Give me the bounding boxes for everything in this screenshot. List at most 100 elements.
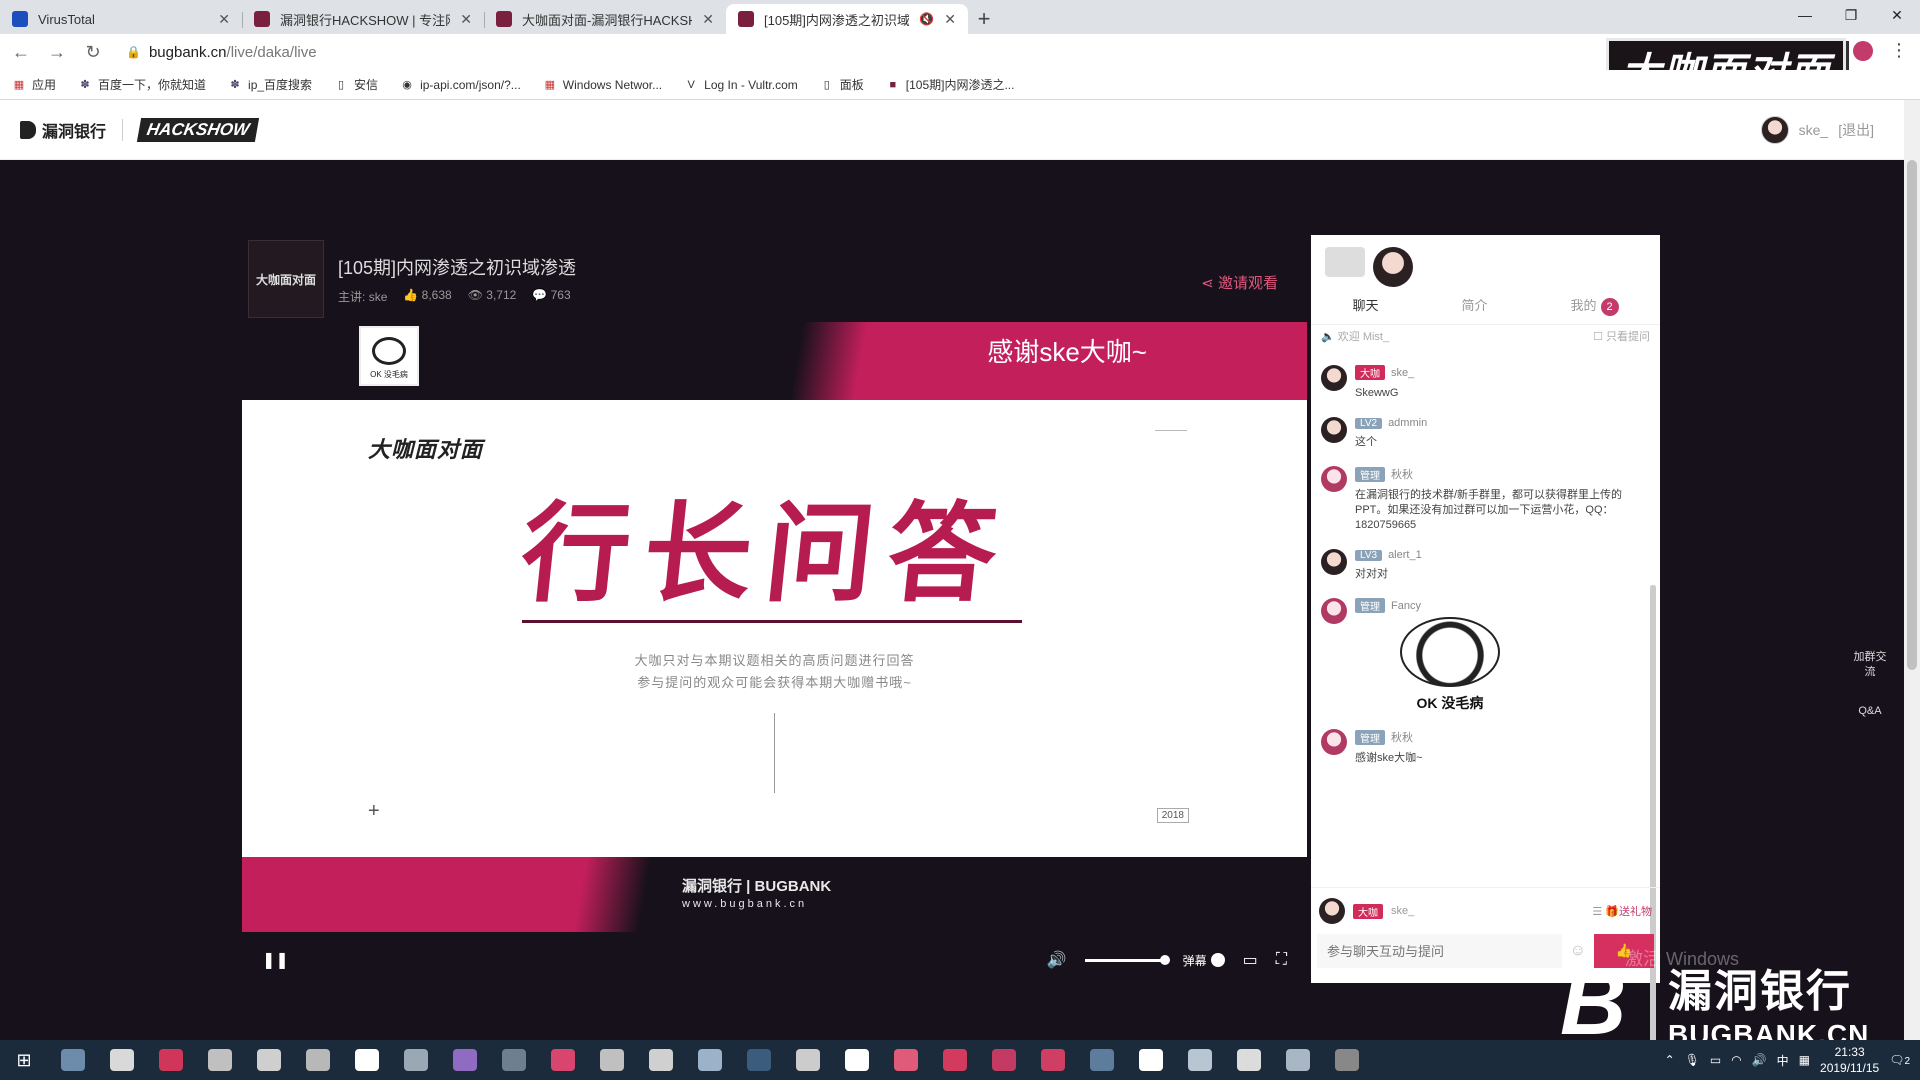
bookmark-anxin[interactable]: ▯ 安信 — [334, 76, 378, 93]
volume-icon[interactable]: 🔊 — [1047, 950, 1067, 970]
hackshow-logo[interactable]: HACKSHOW — [136, 117, 260, 142]
taskbar-app-icon[interactable] — [342, 1040, 391, 1080]
chat-username[interactable]: Fancy — [1391, 600, 1421, 612]
chat-username[interactable]: admmin — [1388, 417, 1427, 429]
danmu-toggle[interactable]: 弹幕 — [1183, 952, 1225, 969]
bookmark-apps[interactable]: ▦ 应用 — [12, 76, 56, 93]
bookmark-ip-api[interactable]: ◉ ip-api.com/json/?... — [400, 78, 521, 92]
taskbar-app-icon[interactable] — [97, 1040, 146, 1080]
logout-link[interactable]: [退出] — [1838, 120, 1874, 140]
chevron-up-icon[interactable]: ⌃ — [1665, 1053, 1675, 1067]
ime-indicator[interactable]: 中 — [1777, 1052, 1789, 1069]
bookmark-vultr[interactable]: V Log In - Vultr.com — [684, 78, 797, 92]
tab-chat[interactable]: 聊天 — [1352, 295, 1378, 316]
taskbar-app-icon[interactable] — [1126, 1040, 1175, 1080]
view-count: 3,712 — [486, 287, 517, 302]
taskbar-app-icon[interactable] — [48, 1040, 97, 1080]
close-tab-icon[interactable]: ✕ — [460, 11, 472, 28]
reload-icon[interactable]: ↻ — [82, 42, 104, 63]
footer-site: www.bugbank.cn — [682, 898, 808, 910]
close-tab-icon[interactable]: ✕ — [944, 11, 956, 28]
username[interactable]: ske_ — [1799, 122, 1829, 138]
profile-icon[interactable] — [1853, 41, 1873, 61]
chat-username[interactable]: alert_1 — [1388, 549, 1422, 561]
muted-speaker-icon[interactable]: 🔇 — [919, 12, 934, 26]
taskbar-app-icon[interactable] — [979, 1040, 1028, 1080]
tab-live[interactable]: [105期]内网渗透之初识域渗 🔇 ✕ — [726, 4, 968, 34]
grid-icon[interactable]: ▦ — [1799, 1053, 1810, 1067]
taskbar-app-icon[interactable] — [636, 1040, 685, 1080]
taskbar-app-icon[interactable] — [783, 1040, 832, 1080]
taskbar-app-icon[interactable] — [489, 1040, 538, 1080]
close-tab-icon[interactable]: ✕ — [218, 11, 230, 28]
taskbar-app-icon[interactable] — [1175, 1040, 1224, 1080]
taskbar-app-icon[interactable] — [1273, 1040, 1322, 1080]
chat-username[interactable]: ske_ — [1391, 367, 1414, 379]
taskbar-app-icon[interactable] — [1077, 1040, 1126, 1080]
volume-slider[interactable] — [1084, 954, 1170, 965]
taskbar-app-icon[interactable] — [391, 1040, 440, 1080]
address-bar[interactable]: 🔒 bugbank.cn/live/daka/live — [126, 44, 317, 61]
taskbar-app-icon[interactable] — [587, 1040, 636, 1080]
avatar — [1321, 466, 1347, 492]
volume-icon[interactable]: 🔊 — [1752, 1053, 1767, 1067]
tab-hackshow[interactable]: 漏洞银行HACKSHOW | 专注网络 ✕ — [242, 4, 484, 34]
taskbar-app-icon[interactable] — [1224, 1040, 1273, 1080]
new-tab-button[interactable]: + — [968, 4, 1000, 34]
bookmark-105[interactable]: ■ [105期]内网渗透之... — [886, 76, 1014, 93]
fullscreen-icon[interactable]: ⛶ — [1276, 951, 1287, 969]
chat-username[interactable]: 秋秋 — [1391, 466, 1413, 482]
close-window-icon[interactable]: ✕ — [1874, 0, 1920, 30]
app-glyph-icon — [305, 1049, 330, 1071]
chat-username[interactable]: 秋秋 — [1391, 729, 1413, 745]
taskbar-app-icon[interactable] — [1028, 1040, 1077, 1080]
taskbar-app-icon[interactable] — [881, 1040, 930, 1080]
bookmark-windows-network[interactable]: ▦ Windows Networ... — [543, 78, 663, 92]
clock[interactable]: 21:33 2019/11/15 — [1820, 1044, 1879, 1076]
taskbar-app-icon[interactable] — [195, 1040, 244, 1080]
video-slide[interactable]: 大咖面对面 行长问答 大咖只对与本期议题相关的高质问题进行回答 参与提问的观众可… — [242, 400, 1307, 857]
battery-icon[interactable]: ▭ — [1710, 1053, 1721, 1067]
taskbar-app-icon[interactable] — [538, 1040, 587, 1080]
taskbar-app-icon[interactable] — [293, 1040, 342, 1080]
scrollbar-thumb[interactable] — [1907, 160, 1917, 670]
bugbank-logo[interactable]: 漏洞银行 — [20, 118, 106, 142]
bookmark-ip-baidu[interactable]: ✽ ip_百度搜索 — [228, 76, 312, 93]
only-questions-checkbox[interactable]: ☐ 只看提问 — [1593, 328, 1650, 344]
close-tab-icon[interactable]: ✕ — [702, 11, 714, 28]
tab-mine[interactable]: 我的 2 — [1570, 295, 1619, 316]
minimize-icon[interactable]: — — [1782, 0, 1828, 30]
join-group-button[interactable]: 加群交流 — [1850, 650, 1890, 680]
taskbar-app-icon[interactable] — [440, 1040, 489, 1080]
qa-button[interactable]: Q&A — [1850, 704, 1890, 719]
network-icon[interactable]: ◠ — [1731, 1053, 1741, 1067]
tab-virustotal[interactable]: VirusTotal ✕ — [0, 4, 242, 34]
taskbar-app-icon[interactable] — [930, 1040, 979, 1080]
bookmark-baidu[interactable]: ✽ 百度一下，你就知道 — [78, 76, 206, 93]
notification-icon[interactable]: 🗨2 — [1889, 1053, 1910, 1067]
taskbar-app-icon[interactable] — [734, 1040, 783, 1080]
taskbar-app-icon[interactable] — [1322, 1040, 1371, 1080]
bookmark-panel[interactable]: ▯ 面板 — [820, 76, 864, 93]
restore-icon[interactable]: ❐ — [1828, 0, 1874, 30]
avatar[interactable] — [1760, 116, 1789, 144]
taskbar-app-icon[interactable] — [244, 1040, 293, 1080]
microphone-icon[interactable]: 🎙 — [1685, 1053, 1700, 1067]
pause-icon[interactable]: ❚❚ — [262, 950, 289, 970]
widescreen-icon[interactable]: ▭ — [1243, 950, 1258, 970]
forward-arrow-icon[interactable]: → — [46, 42, 68, 63]
chat-input[interactable] — [1317, 934, 1562, 968]
gift-button[interactable]: ☰ 🎁送礼物 — [1592, 903, 1652, 919]
taskbar-app-icon[interactable] — [832, 1040, 881, 1080]
taskbar-app-icon[interactable] — [146, 1040, 195, 1080]
paw-icon: ✽ — [80, 79, 90, 91]
taskbar-app-icon[interactable] — [685, 1040, 734, 1080]
back-arrow-icon[interactable]: ← — [10, 42, 32, 63]
menu-dots-icon[interactable]: ⋮ — [1890, 40, 1908, 61]
tab-daka[interactable]: 大咖面对面-漏洞银行HACKSHO ✕ — [484, 4, 726, 34]
page-scrollbar[interactable] — [1904, 100, 1920, 1040]
tab-intro[interactable]: 简介 — [1461, 295, 1487, 316]
invite-button[interactable]: ⋖ 邀请观看 — [1201, 272, 1278, 293]
windows-start-icon[interactable]: ⊞ — [0, 1040, 48, 1080]
list-icon[interactable]: ☰ — [1592, 906, 1602, 918]
